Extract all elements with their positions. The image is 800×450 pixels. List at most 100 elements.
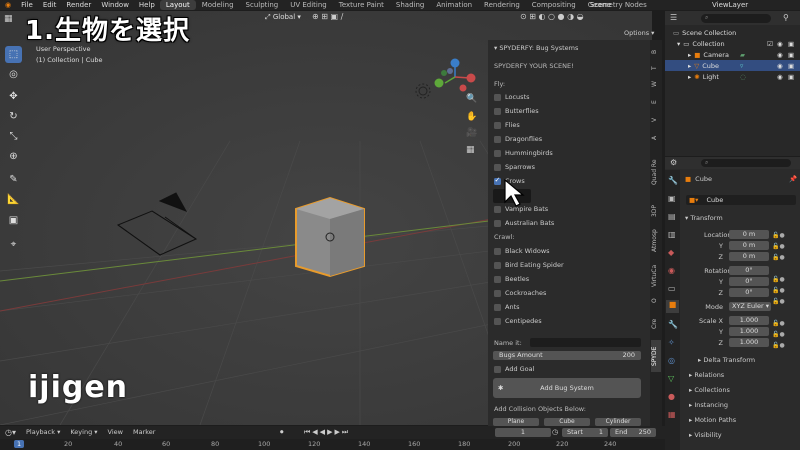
fly-item-australian-bats[interactable]: Australian Bats [494,219,554,227]
checkbox[interactable] [494,163,501,171]
checkbox[interactable] [494,365,501,373]
menu-file[interactable]: File [16,1,38,9]
checkbox[interactable] [494,275,501,283]
menu-window[interactable]: Window [96,1,134,9]
select-box-tool-icon[interactable]: ⬚ [5,46,22,63]
checkbox[interactable] [494,303,501,311]
zoom-icon[interactable]: 🔍 [466,94,477,104]
tab-texture-paint[interactable]: Texture Paint [333,0,390,10]
end-frame-field[interactable]: End 250 [610,428,656,437]
outliner-item-light[interactable]: ▸ ✺ Light ◌ ◉ ▣ [665,71,800,82]
rotation-z-field[interactable]: 0° [729,288,769,297]
delta-transform-section[interactable]: ▸ Delta Transform [698,356,800,364]
collection-tab-icon[interactable]: ▭ [668,284,676,293]
rotation-x-field[interactable]: 0° [729,266,769,275]
checkbox[interactable] [494,247,501,255]
fly-item-butterflies[interactable]: Butterflies [494,107,539,115]
rotate-tool-icon[interactable]: ↻ [5,108,22,125]
fly-item-dragonflies[interactable]: Dragonflies [494,135,542,143]
checkbox[interactable] [494,205,501,213]
cursor-tool-icon[interactable]: ◎ [5,66,22,83]
location-x-field[interactable]: 0 m [729,230,769,239]
checkbox[interactable] [494,219,501,227]
checkbox[interactable] [494,261,501,269]
scale-z-field[interactable]: 1.000 [729,338,769,347]
data-tab-icon[interactable]: ▽ [668,374,674,383]
motion-paths-section[interactable]: ▸ Motion Paths [689,416,800,424]
name-input[interactable] [530,338,641,347]
collision-cube-button[interactable]: Cube [544,418,590,426]
eye-icon[interactable]: ◉ [777,62,783,70]
particles-tab-icon[interactable]: ✧ [668,338,675,347]
move-tool-icon[interactable]: ✥ [5,88,22,105]
checkbox[interactable] [494,121,501,129]
menu-edit[interactable]: Edit [38,1,62,9]
location-z-field[interactable]: 0 m [729,252,769,261]
relations-section[interactable]: ▸ Relations [689,371,800,379]
object-name-field[interactable]: ■▾ Cube [686,195,796,205]
fly-item-flies[interactable]: Flies [494,121,520,129]
tab-cre[interactable]: Cre [651,312,661,336]
camera-icon[interactable]: ▣ [788,40,794,48]
checkbox[interactable] [494,135,501,143]
measure-tool-icon[interactable]: 📐 [5,191,22,208]
tab-t[interactable]: T [651,62,661,74]
menu-render[interactable]: Render [61,1,96,9]
expand-arrow-icon[interactable]: ▸ [688,73,691,81]
camera-view-icon[interactable]: 🎥 [466,128,477,138]
blender-logo-icon[interactable]: ◉ [0,1,16,9]
editor-type-icon[interactable]: ▦ [4,14,13,24]
eye-icon[interactable]: ◉ [777,51,783,59]
crawl-item-centipedes[interactable]: Centipedes [494,317,542,325]
view-layer-tab-icon[interactable]: ▥ [668,230,676,239]
object-tab-icon[interactable]: ■ [666,300,679,313]
tab-shading[interactable]: Shading [390,0,430,10]
scale-x-field[interactable]: 1.000 [729,316,769,325]
visibility-section[interactable]: ▸ Visibility [689,431,800,439]
collision-cylinder-button[interactable]: Cylinder [595,418,641,426]
expand-arrow-icon[interactable]: ▸ [688,62,691,70]
tab-b[interactable]: B [651,46,661,58]
tab-uv-editing[interactable]: UV Editing [284,0,333,10]
crawl-item-bird-eating-spider[interactable]: Bird Eating Spider [494,261,564,269]
checkbox-icon[interactable]: ☑ [767,40,773,48]
tab-spyde[interactable]: SPYDE [651,340,661,372]
crawl-item-black-widows[interactable]: Black Widows [494,247,550,255]
record-icon[interactable]: ⏺ [280,428,284,437]
properties-type-icon[interactable]: ⚙ [670,158,677,167]
texture-tab-icon[interactable]: ▦ [668,410,676,419]
render-tab-icon[interactable]: ▣ [668,194,676,203]
npanel-header[interactable]: ▾ SPYDERFY: Bug Systems [494,44,578,52]
tab-v[interactable]: V [651,114,661,126]
tab-compositing[interactable]: Compositing [526,0,582,10]
annotate-tool-icon[interactable]: ✎ [5,171,22,188]
checkbox[interactable] [494,317,501,325]
expand-arrow-icon[interactable]: ▾ [677,40,680,48]
tab-o[interactable]: O [651,295,661,307]
output-tab-icon[interactable]: ▤ [668,212,676,221]
extra-tool-icon[interactable]: ⌖ [5,236,22,253]
eye-icon[interactable]: ◉ [777,73,783,81]
fly-item-sparrows[interactable]: Sparrows [494,163,535,171]
tab-quad-re[interactable]: Quad Re [651,152,661,192]
crawl-item-beetles[interactable]: Beetles [494,275,529,283]
keying-menu[interactable]: Keying ▾ [70,428,97,436]
transform-section-header[interactable]: ▾ Transform [685,214,800,222]
scale-y-field[interactable]: 1.000 [729,327,769,336]
view-menu[interactable]: View [108,428,123,436]
lock-icons[interactable]: 🔓● 🔓● 🔓● 🔓● 🔓● 🔓● 🔓● 🔓● 🔓● [772,230,785,351]
tab-layout[interactable]: Layout [159,0,196,10]
tab-3dp[interactable]: 3DP [651,200,661,222]
checkbox[interactable] [494,93,501,101]
tab-virtuca[interactable]: VirtuCa [651,260,661,292]
pan-hand-icon[interactable]: ✋ [466,112,477,122]
options-dropdown[interactable]: Options ▾ [624,29,654,37]
eye-icon[interactable]: ◉ [777,40,783,48]
transform-orientation[interactable]: ⤢ Global ▾ [265,13,301,22]
tab-e[interactable]: E [651,96,661,108]
tab-w[interactable]: W [651,78,661,90]
rotation-mode-dropdown[interactable]: XYZ Euler ▾ [729,302,771,311]
cube-object[interactable] [295,196,365,278]
outliner-item-camera[interactable]: ▸ ■ Camera ▰ ◉ ▣ [665,49,800,60]
transform-tool-icon[interactable]: ⊕ [5,148,22,165]
